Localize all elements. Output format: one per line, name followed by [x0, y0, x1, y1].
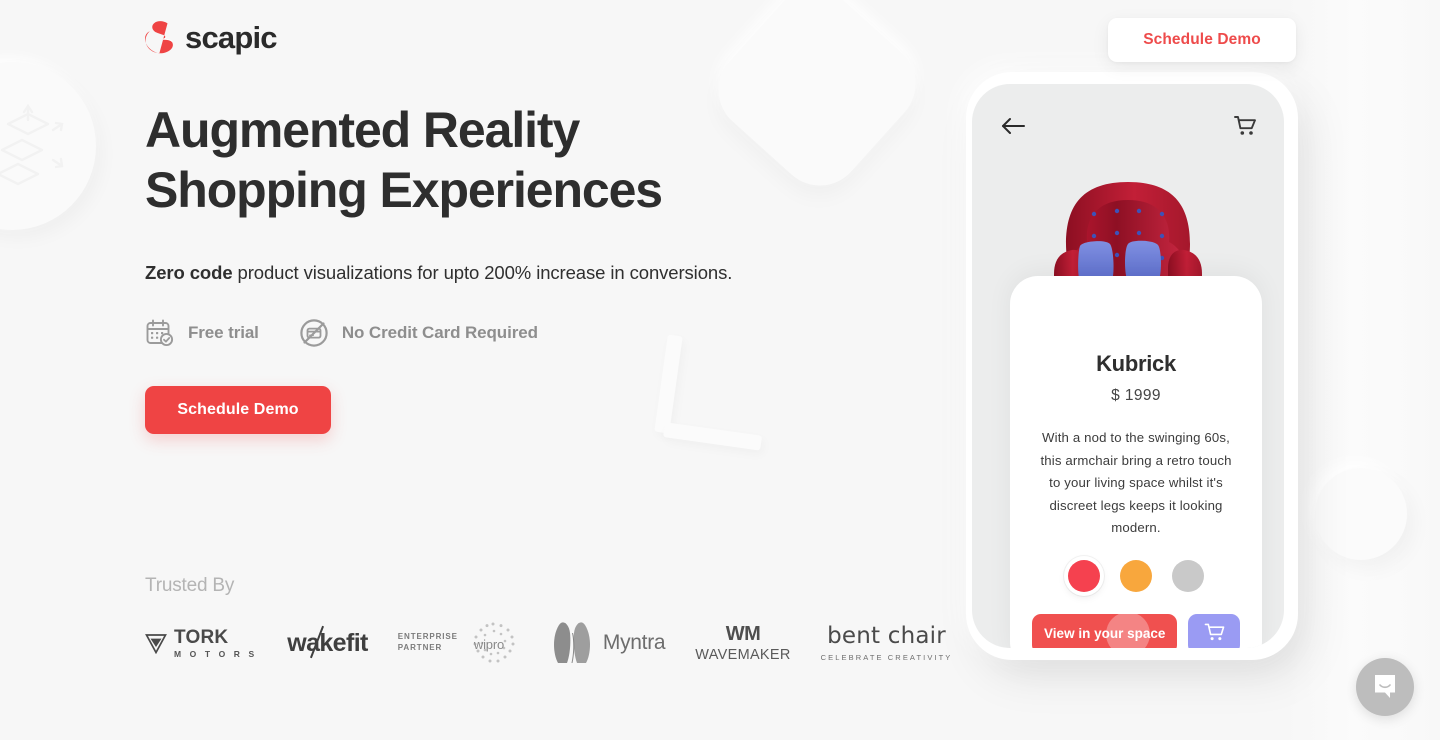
hero-subheadline-rest: product visualizations for upto 200% inc… [232, 262, 733, 283]
product-name: Kubrick [1096, 351, 1176, 376]
bent-chair-name: bent chair [827, 622, 946, 649]
tork-subtitle: M O T O R S [174, 648, 258, 659]
trusted-by-label: Trusted By [145, 575, 235, 596]
scapic-pebble-icon [145, 20, 175, 54]
wavemaker-initials: WM [725, 622, 761, 645]
color-swatch-grey[interactable] [1172, 559, 1204, 592]
calendar-check-icon [145, 318, 175, 348]
phone-screen: Kubrick $ 1999 With a nod to the swingin… [972, 84, 1284, 648]
wavemaker-logo: WM WAVEMAKER [695, 624, 790, 663]
wipro-dots-icon: wipro [467, 620, 519, 666]
myntra-m-icon [549, 622, 595, 664]
myntra-logo: Myntra [549, 622, 666, 664]
color-swatch-red[interactable] [1068, 559, 1100, 592]
ar-cube-icon [0, 103, 74, 188]
wakefit-name: wakefit [287, 628, 368, 657]
product-description: With a nod to the swinging 60s, this arm… [1040, 430, 1232, 535]
color-swatch-row [1032, 559, 1240, 592]
myntra-name: Myntra [602, 631, 666, 654]
product-detail-card: Kubrick $ 1999 With a nod to the swingin… [1010, 276, 1262, 648]
decorative-circle-right [1315, 468, 1407, 560]
hero-subheadline: Zero code product visualizations for upt… [145, 262, 865, 284]
add-to-cart-button[interactable] [1188, 613, 1240, 648]
wavemaker-name: WAVEMAKER [695, 646, 791, 663]
no-credit-card-icon [299, 318, 329, 348]
wipro-ep-line2: PARTNER [397, 643, 443, 652]
tork-triangle-icon [145, 632, 167, 655]
decorative-right-strip [1285, 0, 1440, 740]
header-schedule-demo-button[interactable]: Schedule Demo [1108, 18, 1296, 62]
product-action-row: View in your space [1032, 613, 1240, 648]
intercom-message-icon [1370, 670, 1400, 705]
feature-free-trial-label: Free trial [188, 323, 259, 342]
site-header: scapic Schedule Demo [0, 0, 1440, 78]
cart-icon [1204, 622, 1225, 645]
intercom-chat-button[interactable] [1356, 658, 1414, 716]
tork-name: TORK [174, 626, 229, 648]
wipro-logo: ENTERPRISE PARTNER wipro [398, 620, 519, 666]
decorative-circle-left [0, 62, 96, 230]
tork-motors-logo: TORK M O T O R S [145, 628, 257, 659]
hero-schedule-demo-button[interactable]: Schedule Demo [145, 386, 331, 434]
cart-icon[interactable] [1234, 115, 1256, 141]
phone-app-topbar [972, 114, 1284, 142]
wipro-name: wipro [473, 637, 504, 652]
trusted-by-section: Trusted By TORK M O T O R S wakefit ENTE… [145, 575, 952, 666]
wipro-ep-line1: ENTERPRISE [397, 632, 458, 642]
partner-logo-row: TORK M O T O R S wakefit ENTERPRISE PART… [145, 620, 952, 666]
hero-headline: Augmented Reality Shopping Experiences [145, 102, 663, 218]
color-swatch-orange[interactable] [1120, 559, 1152, 592]
feature-no-credit-card: No Credit Card Required [299, 318, 538, 348]
hero-section: Augmented Reality Shopping Experiences Z… [145, 100, 865, 434]
brand-logo[interactable]: scapic [145, 19, 278, 55]
bent-chair-tagline: CELEBRATE CREATIVITY [820, 652, 953, 662]
view-in-your-space-label: View in your space [1044, 626, 1166, 641]
phone-mockup: Kubrick $ 1999 With a nod to the swingin… [962, 72, 1298, 660]
feature-free-trial: Free trial [145, 318, 259, 348]
brand-name: scapic [185, 19, 278, 55]
product-price: $ 1999 [1111, 387, 1161, 404]
wipro-enterprise-partner-label: ENTERPRISE PARTNER [398, 632, 458, 654]
view-in-your-space-button[interactable]: View in your space [1032, 613, 1178, 648]
wakefit-logo: wakefit [287, 625, 368, 658]
bent-chair-logo: bent chair CELEBRATE CREATIVITY [820, 622, 953, 662]
back-arrow-icon[interactable] [1000, 116, 1026, 141]
hero-feature-list: Free trial No Credit Card Required [145, 318, 865, 348]
hero-subheadline-emphasis: Zero code [145, 262, 233, 283]
feature-no-credit-card-label: No Credit Card Required [341, 323, 538, 342]
